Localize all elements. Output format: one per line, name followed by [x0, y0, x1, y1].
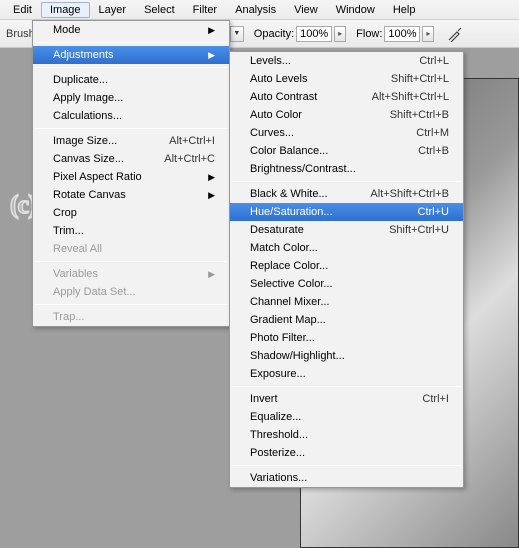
menu-filter[interactable]: Filter: [184, 2, 226, 18]
menu-item-auto-color[interactable]: Auto ColorShift+Ctrl+B: [230, 106, 463, 124]
menu-item-shadow-highlight[interactable]: Shadow/Highlight...: [230, 347, 463, 365]
menu-item-duplicate[interactable]: Duplicate...: [33, 71, 229, 89]
menu-item-threshold[interactable]: Threshold...: [230, 426, 463, 444]
airbrush-icon[interactable]: [446, 25, 464, 43]
separator: [35, 67, 227, 68]
flow-flyout[interactable]: ▸: [422, 26, 434, 42]
separator: [232, 181, 461, 182]
menu-item-trap: Trap...: [33, 308, 229, 326]
menu-item-replace-color[interactable]: Replace Color...: [230, 257, 463, 275]
menu-item-selective-color[interactable]: Selective Color...: [230, 275, 463, 293]
menu-layer[interactable]: Layer: [90, 2, 136, 18]
menu-item-auto-levels[interactable]: Auto LevelsShift+Ctrl+L: [230, 70, 463, 88]
separator: [35, 42, 227, 43]
menu-item-variations[interactable]: Variations...: [230, 469, 463, 487]
menu-item-desaturate[interactable]: DesaturateShift+Ctrl+U: [230, 221, 463, 239]
menu-item-hue-saturation[interactable]: Hue/Saturation...Ctrl+U: [230, 203, 463, 221]
adjustments-submenu: Levels...Ctrl+L Auto LevelsShift+Ctrl+L …: [229, 51, 464, 488]
opacity-flyout[interactable]: ▸: [334, 26, 346, 42]
separator: [232, 465, 461, 466]
menu-item-levels[interactable]: Levels...Ctrl+L: [230, 52, 463, 70]
menu-item-auto-contrast[interactable]: Auto ContrastAlt+Shift+Ctrl+L: [230, 88, 463, 106]
image-menu-dropdown: Mode▶ Adjustments▶ Duplicate... Apply Im…: [32, 20, 230, 327]
menu-item-photo-filter[interactable]: Photo Filter...: [230, 329, 463, 347]
menu-window[interactable]: Window: [327, 2, 384, 18]
opacity-label: Opacity:: [254, 28, 294, 40]
menu-image[interactable]: Image: [41, 2, 90, 18]
menu-item-exposure[interactable]: Exposure...: [230, 365, 463, 383]
menu-item-invert[interactable]: InvertCtrl+I: [230, 390, 463, 408]
menu-item-black-white[interactable]: Black & White...Alt+Shift+Ctrl+B: [230, 185, 463, 203]
menu-item-curves[interactable]: Curves...Ctrl+M: [230, 124, 463, 142]
flow-label: Flow:: [356, 28, 382, 40]
menu-item-brightness-contrast[interactable]: Brightness/Contrast...: [230, 160, 463, 178]
separator: [35, 304, 227, 305]
menu-item-canvas-size[interactable]: Canvas Size...Alt+Ctrl+C: [33, 150, 229, 168]
menu-edit[interactable]: Edit: [4, 2, 41, 18]
menu-item-match-color[interactable]: Match Color...: [230, 239, 463, 257]
menu-item-mode[interactable]: Mode▶: [33, 21, 229, 39]
menu-analysis[interactable]: Analysis: [226, 2, 285, 18]
menu-item-apply-data-set: Apply Data Set...: [33, 283, 229, 301]
menu-item-gradient-map[interactable]: Gradient Map...: [230, 311, 463, 329]
menu-item-pixel-aspect[interactable]: Pixel Aspect Ratio▶: [33, 168, 229, 186]
menu-item-equalize[interactable]: Equalize...: [230, 408, 463, 426]
separator: [35, 128, 227, 129]
blend-mode-dropdown[interactable]: ▼: [230, 26, 244, 42]
menu-item-trim[interactable]: Trim...: [33, 222, 229, 240]
menu-select[interactable]: Select: [135, 2, 184, 18]
menu-view[interactable]: View: [285, 2, 327, 18]
menu-item-crop[interactable]: Crop: [33, 204, 229, 222]
menu-item-variables: Variables▶: [33, 265, 229, 283]
menu-help[interactable]: Help: [384, 2, 425, 18]
menu-item-calculations[interactable]: Calculations...: [33, 107, 229, 125]
separator: [232, 386, 461, 387]
menu-item-image-size[interactable]: Image Size...Alt+Ctrl+I: [33, 132, 229, 150]
menubar: Edit Image Layer Select Filter Analysis …: [0, 0, 519, 20]
opacity-input[interactable]: 100%: [296, 26, 332, 42]
menu-item-apply-image[interactable]: Apply Image...: [33, 89, 229, 107]
separator: [35, 261, 227, 262]
menu-item-posterize[interactable]: Posterize...: [230, 444, 463, 462]
menu-item-adjustments[interactable]: Adjustments▶: [33, 46, 229, 64]
flow-input[interactable]: 100%: [384, 26, 420, 42]
menu-item-reveal-all: Reveal All: [33, 240, 229, 258]
menu-item-color-balance[interactable]: Color Balance...Ctrl+B: [230, 142, 463, 160]
menu-item-rotate-canvas[interactable]: Rotate Canvas▶: [33, 186, 229, 204]
menu-item-channel-mixer[interactable]: Channel Mixer...: [230, 293, 463, 311]
